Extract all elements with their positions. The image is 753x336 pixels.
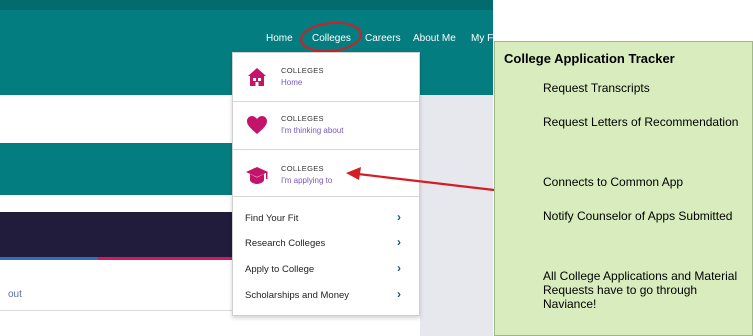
tracker-item: Request Letters of Recommendation [543,115,739,129]
banner-accent-line-blue [0,257,98,260]
nav-home[interactable]: Home [266,33,293,44]
chevron-right-icon: › [397,287,401,301]
dropdown-item-colleges-applying[interactable]: COLLEGES I'm applying to [233,150,419,196]
dropdown-link-find-your-fit[interactable]: Find Your Fit › [233,208,419,230]
tracker-item: All College Applications and Material Re… [543,269,738,311]
dropdown-link-label: Research Colleges [245,238,326,249]
header-top-edge [0,0,493,10]
dropdown-subtitle: I'm thinking about [281,126,344,135]
nav-my[interactable]: My F [471,33,493,44]
graduation-cap-icon [246,167,268,184]
dropdown-caption: COLLEGES [281,66,324,75]
chevron-right-icon: › [397,210,401,224]
dropdown-caption: COLLEGES [281,164,324,173]
dropdown-link-scholarships[interactable]: Scholarships and Money › [233,285,419,307]
dropdown-subtitle: Home [281,78,303,87]
page-side-panel [420,95,493,336]
dropdown-link-label: Find Your Fit [245,213,299,224]
house-icon [248,68,266,86]
dropdown-link-label: Scholarships and Money [245,290,350,301]
dropdown-link-apply-to-college[interactable]: Apply to College › [233,259,419,281]
nav-about-me[interactable]: About Me [413,33,456,44]
nav-careers[interactable]: Careers [365,33,401,44]
dropdown-link-research-colleges[interactable]: Research Colleges › [233,233,419,255]
side-link[interactable]: out [8,289,22,300]
tracker-item: Request Transcripts [543,81,650,95]
page-band-white [0,95,232,143]
heart-icon [247,116,267,134]
dropdown-item-colleges-thinking[interactable]: COLLEGES I'm thinking about [233,102,419,149]
dropdown-divider [233,196,419,197]
page-banner-dark [0,212,232,257]
colleges-dropdown: COLLEGES Home COLLEGES I'm thinking abou… [232,52,420,316]
tracker-item: Notify Counselor of Apps Submitted [543,209,733,223]
page-band-white-2 [0,195,232,212]
tracker-title: College Application Tracker [504,51,675,66]
dropdown-link-label: Apply to College [245,264,315,275]
chevron-right-icon: › [397,235,401,249]
tracker-item: Connects to Common App [543,175,684,189]
side-divider [0,310,232,311]
dropdown-caption: COLLEGES [281,114,324,123]
college-application-tracker: College Application Tracker Request Tran… [494,41,753,336]
chevron-right-icon: › [397,261,401,275]
dropdown-subtitle: I'm applying to [281,176,333,185]
dropdown-item-colleges-home[interactable]: COLLEGES Home [233,53,419,101]
page-band-teal [0,143,232,195]
